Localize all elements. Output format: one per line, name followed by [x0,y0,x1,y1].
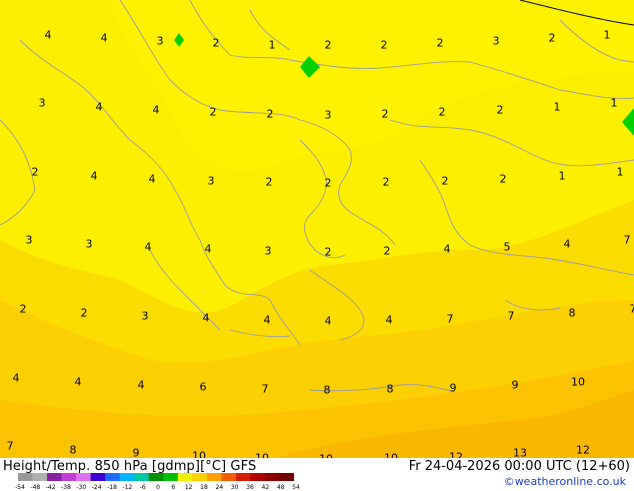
contour-value-label: 2 [500,174,507,185]
contour-value-label: 6 [200,382,207,393]
contour-value-label: 8 [324,385,331,396]
contour-value-label: 3 [493,36,500,47]
contour-value-label: 4 [153,105,160,116]
contour-value-label: 4 [91,171,98,182]
colorbar-swatch [91,473,106,481]
contour-value-label: 2 [381,40,388,51]
contour-value-label: 2 [325,178,332,189]
contour-value-label: 4 [325,316,332,327]
contour-value-label: 4 [75,377,82,388]
contour-value-label: 7 [630,304,634,315]
weather-map: 4432122232134422322211244322222113344322… [0,0,634,466]
contour-value-label: 4 [203,313,210,324]
map-canvas [0,0,634,466]
contour-value-label: 2 [325,247,332,258]
colorbar-swatch [62,473,77,481]
contour-value-label: 4 [149,174,156,185]
contour-value-label: 2 [267,109,274,120]
contour-value-label: 9 [450,383,457,394]
colorbar-swatch [149,473,164,481]
colorbar-swatch [163,473,178,481]
contour-value-label: 5 [504,242,511,253]
contour-value-label: 12 [576,445,590,456]
colorbar-swatch [33,473,48,481]
contour-value-label: 2 [549,33,556,44]
contour-value-label: 1 [554,102,561,113]
contour-value-label: 2 [439,107,446,118]
contour-value-label: 4 [96,102,103,113]
contour-value-label: 7 [447,314,454,325]
contour-value-label: 2 [266,177,273,188]
colorbar-swatch [236,473,251,481]
contour-value-label: 9 [512,380,519,391]
colorbar-swatch [134,473,149,481]
colorbar-swatch [105,473,120,481]
forecast-datetime: Fr 24-04-2026 00:00 UTC (12+60) [409,459,630,474]
contour-value-label: 7 [262,384,269,395]
contour-value-label: 3 [39,98,46,109]
contour-value-label: 3 [142,311,149,322]
colorbar-swatch [120,473,135,481]
contour-value-label: 2 [213,38,220,49]
contour-value-label: 1 [617,167,624,178]
contour-value-label: 4 [564,239,571,250]
colorbar-swatch [279,473,294,481]
credit-link[interactable]: ©weatheronline.co.uk [504,475,626,488]
contour-value-label: 3 [208,176,215,187]
contour-value-label: 2 [497,105,504,116]
colorbar-swatch [207,473,222,481]
contour-value-label: 4 [101,33,108,44]
contour-value-label: 7 [624,235,631,246]
contour-value-label: 1 [604,30,611,41]
contour-value-label: 4 [386,315,393,326]
contour-value-label: 4 [45,30,52,41]
contour-value-label: 10 [571,377,585,388]
colorbar [18,472,294,482]
contour-value-label: 13 [513,448,527,459]
contour-value-label: 2 [383,177,390,188]
colorbar-swatch [47,473,62,481]
contour-value-label: 1 [559,171,566,182]
colorbar-swatch [76,473,91,481]
contour-value-label: 2 [437,38,444,49]
contour-value-label: 2 [20,304,27,315]
contour-value-label: 8 [387,384,394,395]
contour-value-label: 2 [81,308,88,319]
contour-value-label: 4 [205,244,212,255]
contour-value-label: 7 [7,441,14,452]
colorbar-swatch [192,473,207,481]
contour-value-label: 2 [210,107,217,118]
contour-value-label: 2 [382,109,389,120]
contour-value-label: 3 [265,246,272,257]
contour-value-label: 3 [157,36,164,47]
contour-value-label: 2 [384,246,391,257]
contour-value-label: 3 [325,110,332,121]
contour-value-label: 4 [145,242,152,253]
contour-value-label: 7 [508,311,515,322]
contour-value-label: 3 [86,239,93,250]
contour-value-label: 3 [26,235,33,246]
contour-value-label: 2 [442,176,449,187]
contour-value-label: 8 [70,445,77,456]
contour-value-label: 1 [269,40,276,51]
colorbar-swatch [250,473,265,481]
contour-value-label: 1 [611,98,618,109]
contour-value-label: 2 [32,167,39,178]
contour-value-label: 2 [325,40,332,51]
contour-value-label: 9 [133,448,140,459]
contour-value-label: 8 [569,308,576,319]
colorbar-swatch [265,473,280,481]
contour-value-label: 4 [138,380,145,391]
contour-value-label: 4 [444,244,451,255]
colorbar-swatch [18,473,33,481]
contour-value-label: 4 [264,315,271,326]
map-footer: Height/Temp. 850 hPa [gdmp][°C] GFS Fr 2… [0,458,634,490]
colorbar-swatch [221,473,236,481]
colorbar-swatch [178,473,193,481]
contour-value-label: 4 [13,373,20,384]
